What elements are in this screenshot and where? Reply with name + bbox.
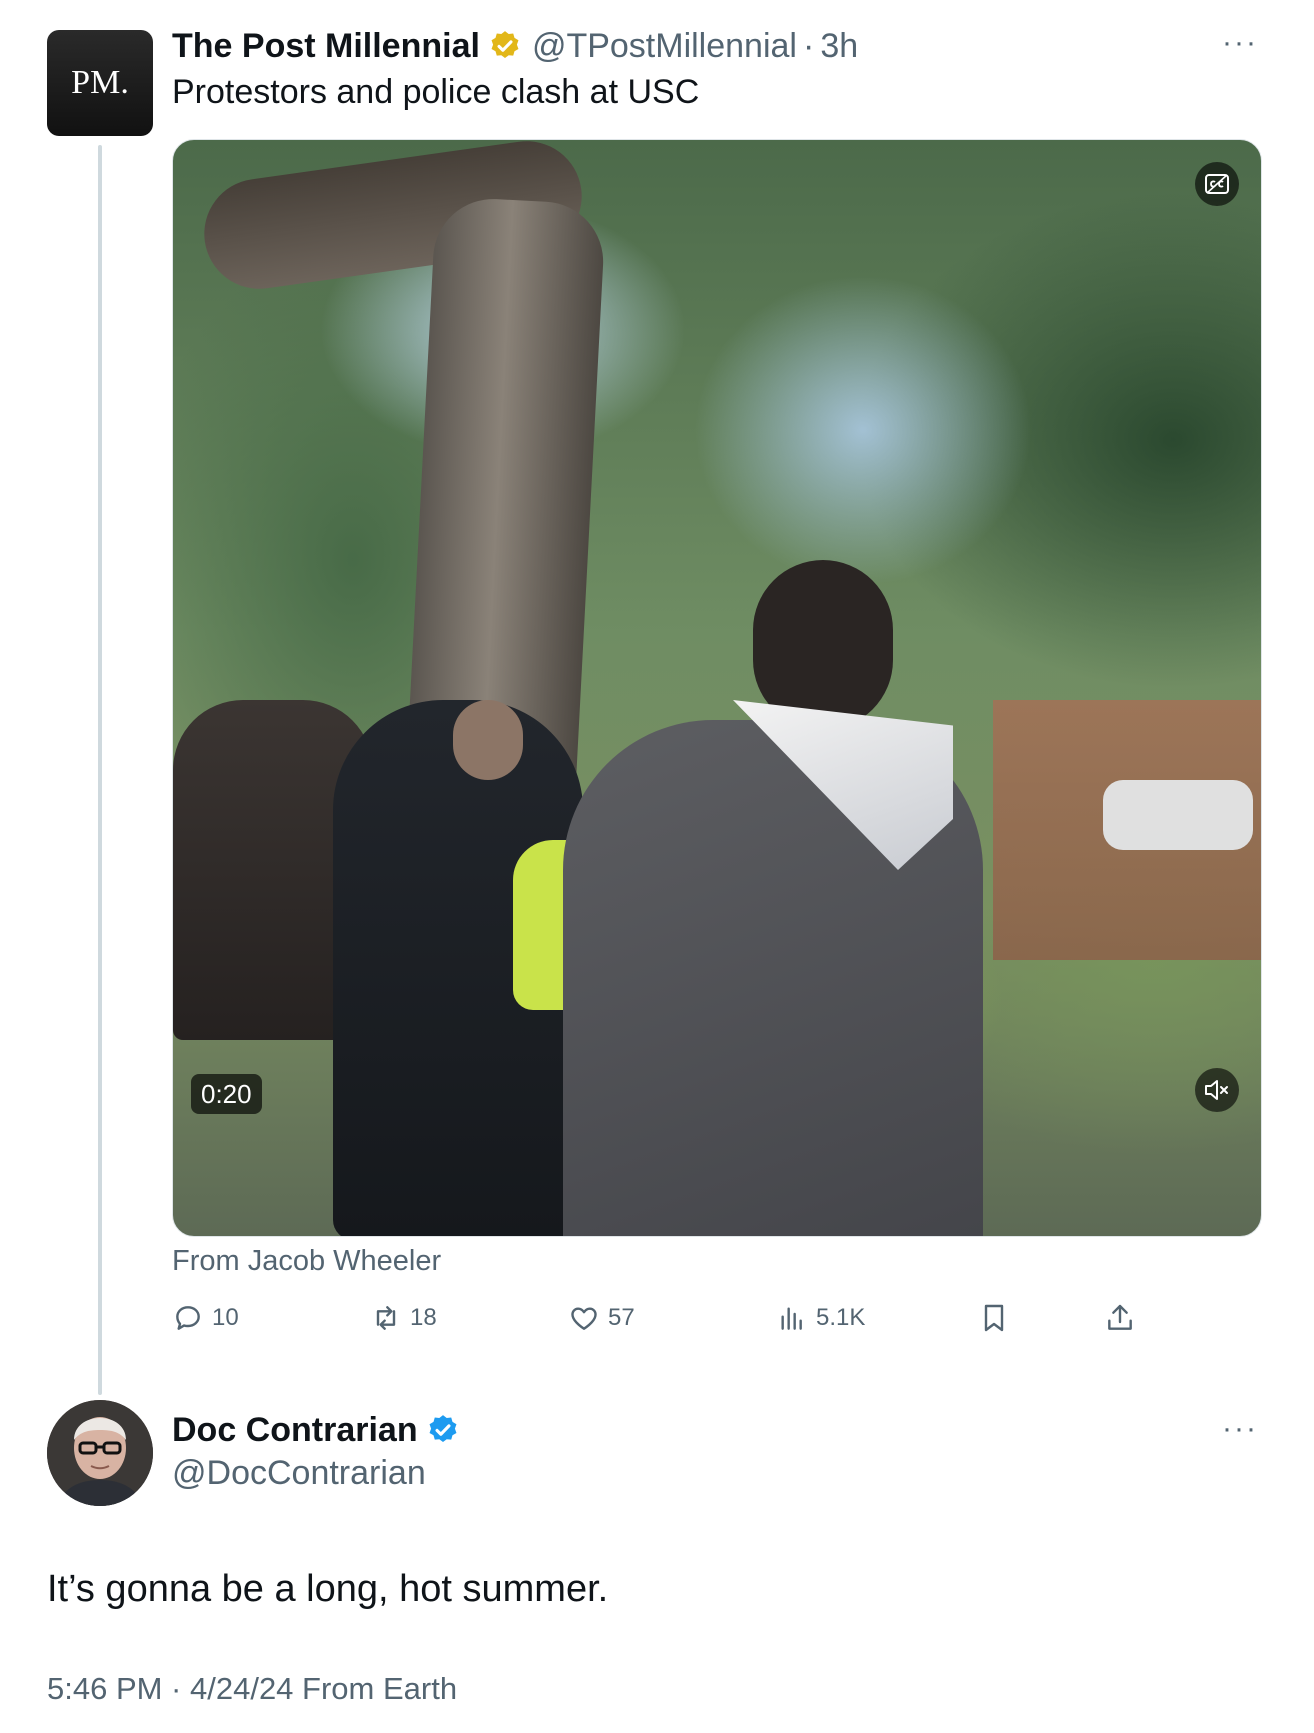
- reply-tweet-header: Doc Contrarian: [172, 1406, 460, 1454]
- reply-button[interactable]: 10: [172, 1296, 239, 1340]
- reply-display-name[interactable]: Doc Contrarian: [172, 1411, 418, 1450]
- video-frame-car: [1103, 780, 1253, 850]
- like-count: 57: [608, 1304, 635, 1331]
- parent-display-name[interactable]: The Post Millennial: [172, 27, 480, 66]
- gold-verified-icon[interactable]: [488, 29, 522, 63]
- video-frame-officer-head: [453, 700, 523, 780]
- reply-timestamp-meta[interactable]: 5:46 PM · 4/24/24 From Earth: [47, 1671, 457, 1707]
- avatar-logo-text: PM.: [71, 64, 129, 101]
- share-icon: [1108, 1304, 1132, 1330]
- reply-icon: [176, 1306, 200, 1330]
- parent-more-options-button[interactable]: ···: [1222, 26, 1258, 60]
- video-duration-badge: 0:20: [191, 1074, 262, 1114]
- parent-tweet-text: Protestors and police clash at USC: [172, 73, 700, 111]
- heart-icon: [571, 1307, 597, 1330]
- bookmark-icon: [984, 1304, 1004, 1332]
- parent-timestamp[interactable]: 3h: [820, 27, 858, 66]
- separator-dot: ·: [802, 26, 815, 65]
- parent-handle[interactable]: @TPostMillennial: [532, 27, 797, 66]
- unmute-button[interactable]: [1195, 1068, 1239, 1112]
- analytics-icon: [781, 1307, 802, 1330]
- doc-contrarian-avatar[interactable]: [47, 1400, 153, 1506]
- reply-count: 10: [212, 1304, 239, 1331]
- thread-connector-line: [98, 145, 102, 1395]
- repost-count: 18: [410, 1304, 437, 1331]
- repost-button[interactable]: 18: [370, 1296, 437, 1340]
- muted-speaker-icon: [1205, 1080, 1228, 1100]
- share-button[interactable]: [1104, 1296, 1144, 1340]
- closed-captions-icon: [1205, 174, 1229, 194]
- reply-more-options-button[interactable]: ···: [1222, 1412, 1258, 1446]
- profile-photo: [47, 1400, 153, 1506]
- bookmark-button[interactable]: [978, 1296, 1018, 1340]
- repost-icon: [376, 1306, 396, 1330]
- blue-verified-icon[interactable]: [426, 1413, 460, 1447]
- parent-tweet-header: The Post Millennial @TPostMillennial · 3…: [172, 24, 858, 68]
- video-player[interactable]: 0:20: [172, 139, 1262, 1237]
- view-count: 5.1K: [816, 1304, 866, 1331]
- post-millennial-avatar[interactable]: PM.: [47, 30, 153, 136]
- reply-handle[interactable]: @DocContrarian: [172, 1454, 426, 1493]
- video-attribution[interactable]: From Jacob Wheeler: [172, 1245, 441, 1278]
- views-button[interactable]: 5.1K: [776, 1296, 865, 1340]
- video-frame-protester-head: [753, 560, 893, 730]
- tweet-action-bar: 10 18 57 5.1K: [172, 1296, 1172, 1340]
- reply-tweet-text: It’s gonna be a long, hot summer.: [47, 1568, 609, 1610]
- closed-captions-button[interactable]: [1195, 162, 1239, 206]
- like-button[interactable]: 57: [568, 1296, 635, 1340]
